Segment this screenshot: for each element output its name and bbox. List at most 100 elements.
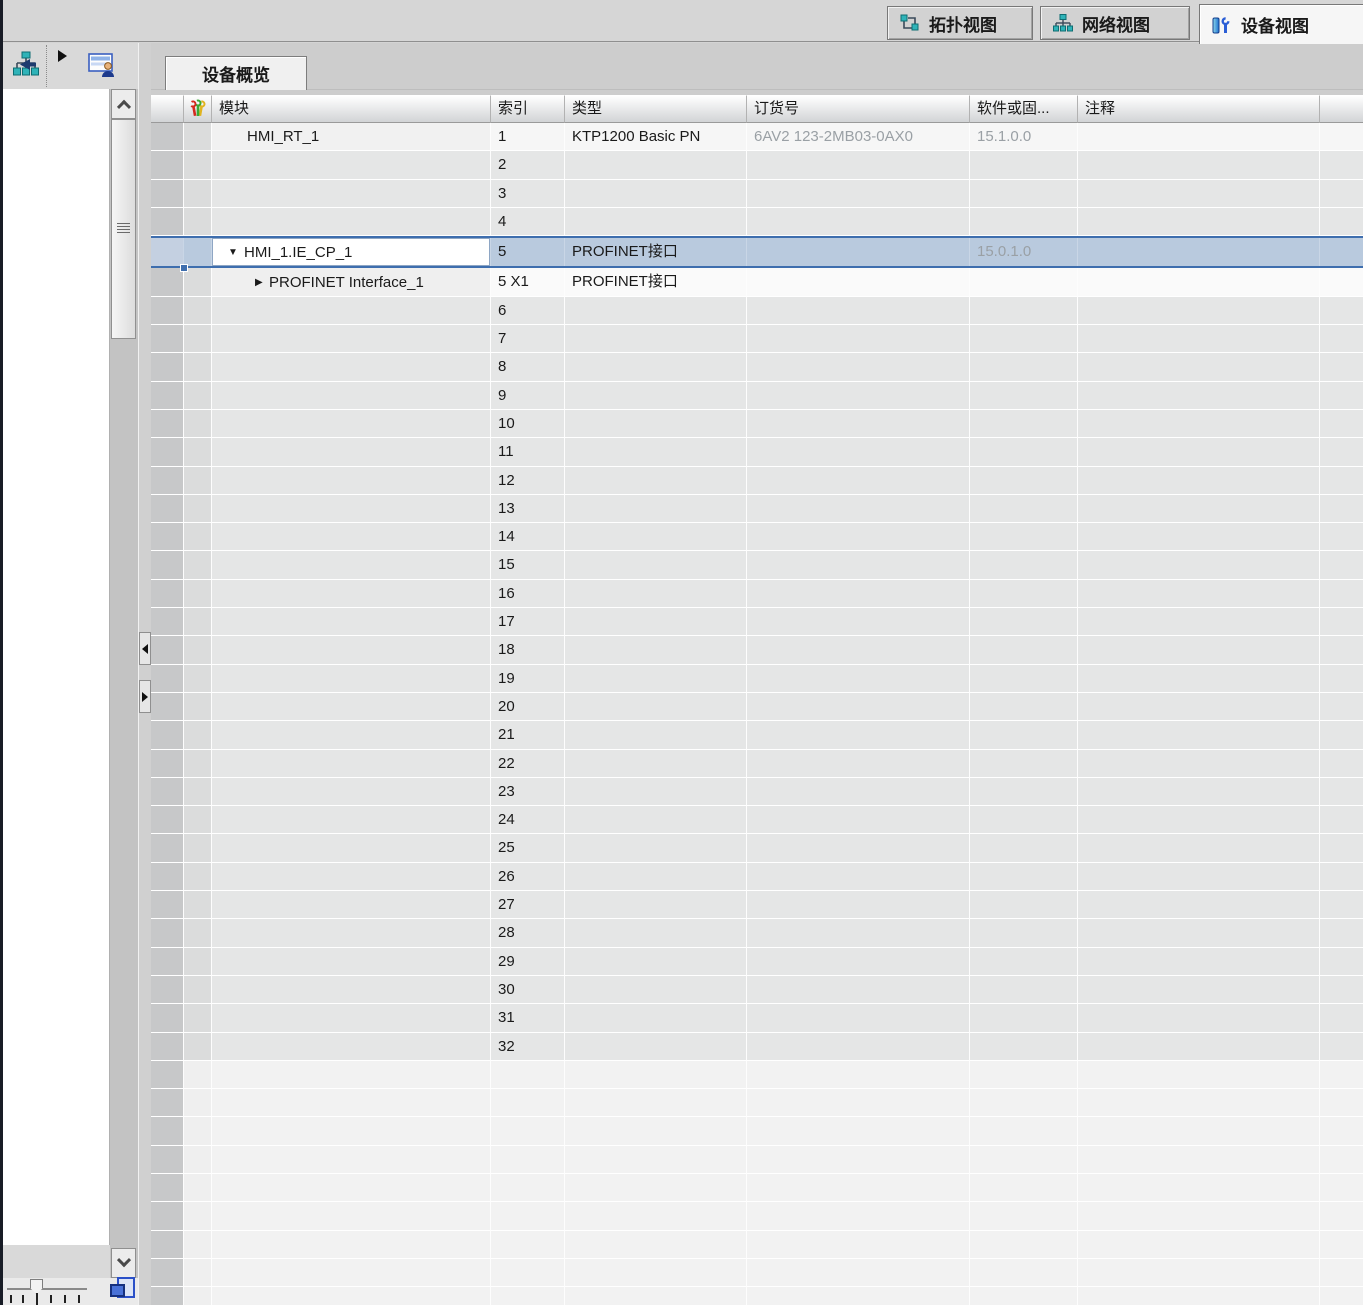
- cell-order-number[interactable]: [747, 1089, 970, 1117]
- row-icon-cell[interactable]: [184, 208, 212, 236]
- cell-firmware[interactable]: [970, 1174, 1078, 1202]
- table-row[interactable]: 19: [151, 665, 1363, 693]
- row-gutter[interactable]: [151, 325, 184, 353]
- row-gutter[interactable]: [151, 693, 184, 721]
- table-row[interactable]: 3: [151, 180, 1363, 208]
- cell-module[interactable]: [212, 297, 491, 325]
- cell-index[interactable]: 19: [491, 665, 565, 693]
- cell-index[interactable]: [491, 1089, 565, 1117]
- cell-module[interactable]: [212, 551, 491, 579]
- cell-type[interactable]: KTP1200 Basic PN: [565, 123, 747, 151]
- table-row[interactable]: [151, 1117, 1363, 1145]
- cell-comment[interactable]: [1078, 806, 1320, 834]
- row-icon-cell[interactable]: [184, 268, 212, 296]
- table-row[interactable]: 18: [151, 636, 1363, 664]
- cell-firmware[interactable]: [970, 467, 1078, 495]
- table-row[interactable]: 22: [151, 750, 1363, 778]
- cell-type[interactable]: [565, 1287, 747, 1305]
- cell-type[interactable]: PROFINET接口: [565, 268, 747, 296]
- cell-type[interactable]: [565, 891, 747, 919]
- table-row[interactable]: 28: [151, 919, 1363, 947]
- cell-extra[interactable]: [1320, 238, 1363, 266]
- cell-module[interactable]: [212, 151, 491, 179]
- table-row[interactable]: [151, 1202, 1363, 1230]
- cell-index[interactable]: 5 X1: [491, 268, 565, 296]
- scroll-up-icon[interactable]: [111, 89, 136, 119]
- row-gutter[interactable]: [151, 1174, 184, 1202]
- row-icon-cell[interactable]: [184, 382, 212, 410]
- cell-extra[interactable]: [1320, 665, 1363, 693]
- row-icon-cell[interactable]: [184, 1089, 212, 1117]
- cell-extra[interactable]: [1320, 1287, 1363, 1305]
- cell-extra[interactable]: [1320, 551, 1363, 579]
- row-icon-cell[interactable]: [184, 919, 212, 947]
- cell-extra[interactable]: [1320, 750, 1363, 778]
- cell-extra[interactable]: [1320, 151, 1363, 179]
- cell-type[interactable]: [565, 948, 747, 976]
- row-icon-cell[interactable]: [184, 1146, 212, 1174]
- cell-comment[interactable]: [1078, 1259, 1320, 1287]
- cell-order-number[interactable]: [747, 1231, 970, 1259]
- cell-extra[interactable]: [1320, 467, 1363, 495]
- cell-firmware[interactable]: [970, 1146, 1078, 1174]
- cell-comment[interactable]: [1078, 410, 1320, 438]
- row-gutter[interactable]: [151, 750, 184, 778]
- table-row[interactable]: 24: [151, 806, 1363, 834]
- cell-firmware[interactable]: [970, 863, 1078, 891]
- cell-type[interactable]: [565, 580, 747, 608]
- cell-type[interactable]: [565, 608, 747, 636]
- cell-order-number[interactable]: [747, 1174, 970, 1202]
- cell-extra[interactable]: [1320, 636, 1363, 664]
- row-icon-cell[interactable]: [184, 495, 212, 523]
- cell-index[interactable]: 16: [491, 580, 565, 608]
- cell-extra[interactable]: [1320, 806, 1363, 834]
- table-row[interactable]: 25: [151, 834, 1363, 862]
- scroll-down-icon[interactable]: [111, 1248, 136, 1278]
- table-row[interactable]: 7: [151, 325, 1363, 353]
- cell-module[interactable]: [212, 806, 491, 834]
- cell-module[interactable]: [212, 495, 491, 523]
- cell-index[interactable]: 32: [491, 1033, 565, 1061]
- cell-firmware[interactable]: [970, 891, 1078, 919]
- cell-firmware[interactable]: [970, 1033, 1078, 1061]
- cell-module[interactable]: [212, 750, 491, 778]
- cell-module[interactable]: [212, 438, 491, 466]
- cell-firmware[interactable]: [970, 636, 1078, 664]
- header-module[interactable]: 模块: [212, 95, 491, 123]
- row-gutter[interactable]: [151, 665, 184, 693]
- device-canvas[interactable]: [3, 89, 110, 1245]
- cell-type[interactable]: [565, 1231, 747, 1259]
- row-gutter[interactable]: [151, 806, 184, 834]
- row-gutter[interactable]: [151, 410, 184, 438]
- row-gutter[interactable]: [151, 551, 184, 579]
- row-icon-cell[interactable]: [184, 608, 212, 636]
- cell-order-number[interactable]: [747, 238, 970, 266]
- cell-module[interactable]: [212, 778, 491, 806]
- cell-extra[interactable]: [1320, 1146, 1363, 1174]
- row-icon-cell[interactable]: [184, 721, 212, 749]
- cell-index[interactable]: [491, 1259, 565, 1287]
- cell-type[interactable]: [565, 693, 747, 721]
- table-row[interactable]: 8: [151, 353, 1363, 381]
- cell-index[interactable]: 12: [491, 467, 565, 495]
- splitter-collapse-right-icon[interactable]: [139, 680, 151, 713]
- row-icon-cell[interactable]: [184, 891, 212, 919]
- table-row[interactable]: 14: [151, 523, 1363, 551]
- cell-comment[interactable]: [1078, 1146, 1320, 1174]
- row-icon-cell[interactable]: [184, 863, 212, 891]
- cell-comment[interactable]: [1078, 268, 1320, 296]
- cell-comment[interactable]: [1078, 948, 1320, 976]
- cell-module[interactable]: [212, 1117, 491, 1145]
- table-row[interactable]: 16: [151, 580, 1363, 608]
- cell-module[interactable]: [212, 976, 491, 1004]
- cell-type[interactable]: [565, 467, 747, 495]
- row-icon-cell[interactable]: [184, 1117, 212, 1145]
- collapse-icon[interactable]: ▼: [228, 239, 244, 266]
- cell-type[interactable]: [565, 410, 747, 438]
- cell-module[interactable]: [212, 1259, 491, 1287]
- cell-firmware[interactable]: [970, 919, 1078, 947]
- cell-index[interactable]: 17: [491, 608, 565, 636]
- row-icon-cell[interactable]: [184, 151, 212, 179]
- cell-firmware[interactable]: [970, 1287, 1078, 1305]
- cell-index[interactable]: [491, 1231, 565, 1259]
